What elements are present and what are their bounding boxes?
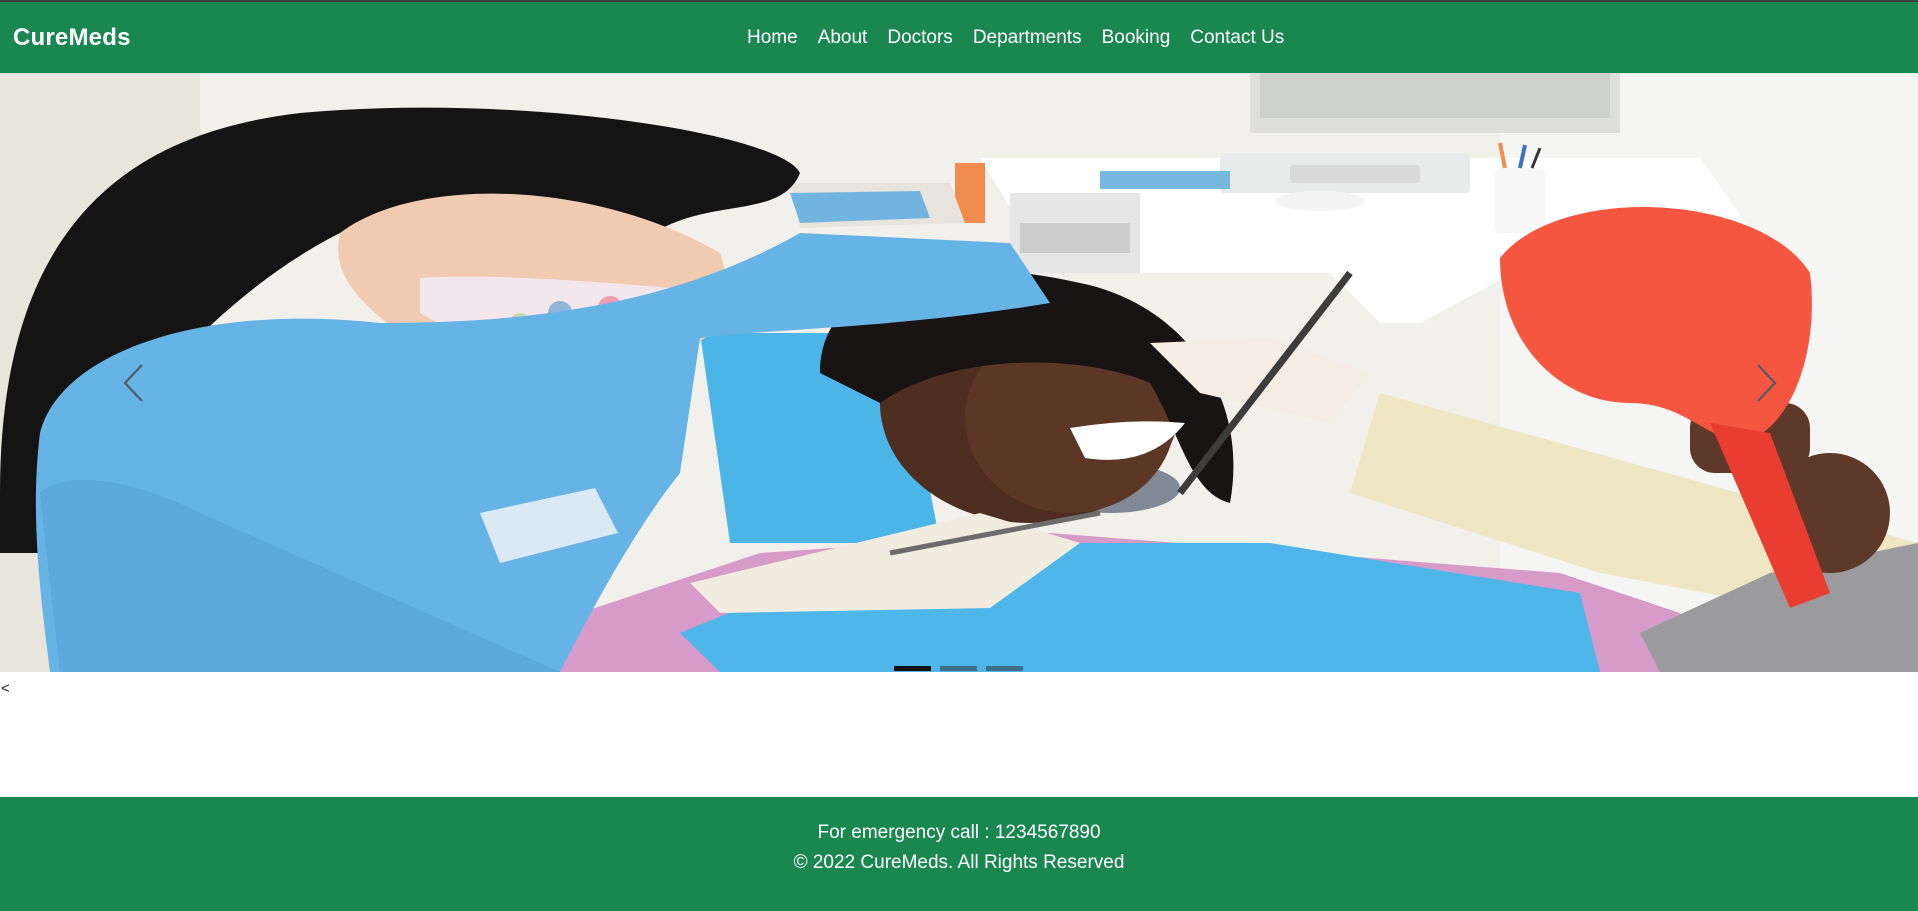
nav-home[interactable]: Home <box>747 27 798 49</box>
nav-about[interactable]: About <box>818 27 868 49</box>
chevron-left-icon <box>123 364 143 402</box>
carousel-next-button[interactable] <box>1754 363 1794 423</box>
carousel-indicator-1[interactable] <box>894 666 931 671</box>
main-nav: Home About Doctors Departments Booking C… <box>747 2 1284 73</box>
nav-booking[interactable]: Booking <box>1102 27 1171 49</box>
carousel-indicators <box>894 666 1023 671</box>
nav-contact-us[interactable]: Contact Us <box>1190 27 1284 49</box>
carousel-indicator-3[interactable] <box>986 666 1023 671</box>
emergency-contact: For emergency call : 1234567890 <box>817 822 1101 843</box>
footer: For emergency call : 1234567890 © 2022 C… <box>0 797 1918 911</box>
navbar: CureMeds Home About Doctors Departments … <box>0 2 1918 73</box>
stray-text: < <box>1 680 10 697</box>
copyright-text: © 2022 CureMeds. All Rights Reserved <box>793 852 1125 873</box>
nav-departments[interactable]: Departments <box>973 27 1082 49</box>
hero-carousel <box>0 73 1918 672</box>
nav-doctors[interactable]: Doctors <box>887 27 952 49</box>
dental-checkup-photo <box>0 73 1918 672</box>
carousel-indicator-2[interactable] <box>940 666 977 671</box>
chevron-right-icon <box>1757 364 1777 402</box>
carousel-prev-button[interactable] <box>122 363 162 423</box>
brand-logo[interactable]: CureMeds <box>13 2 131 73</box>
